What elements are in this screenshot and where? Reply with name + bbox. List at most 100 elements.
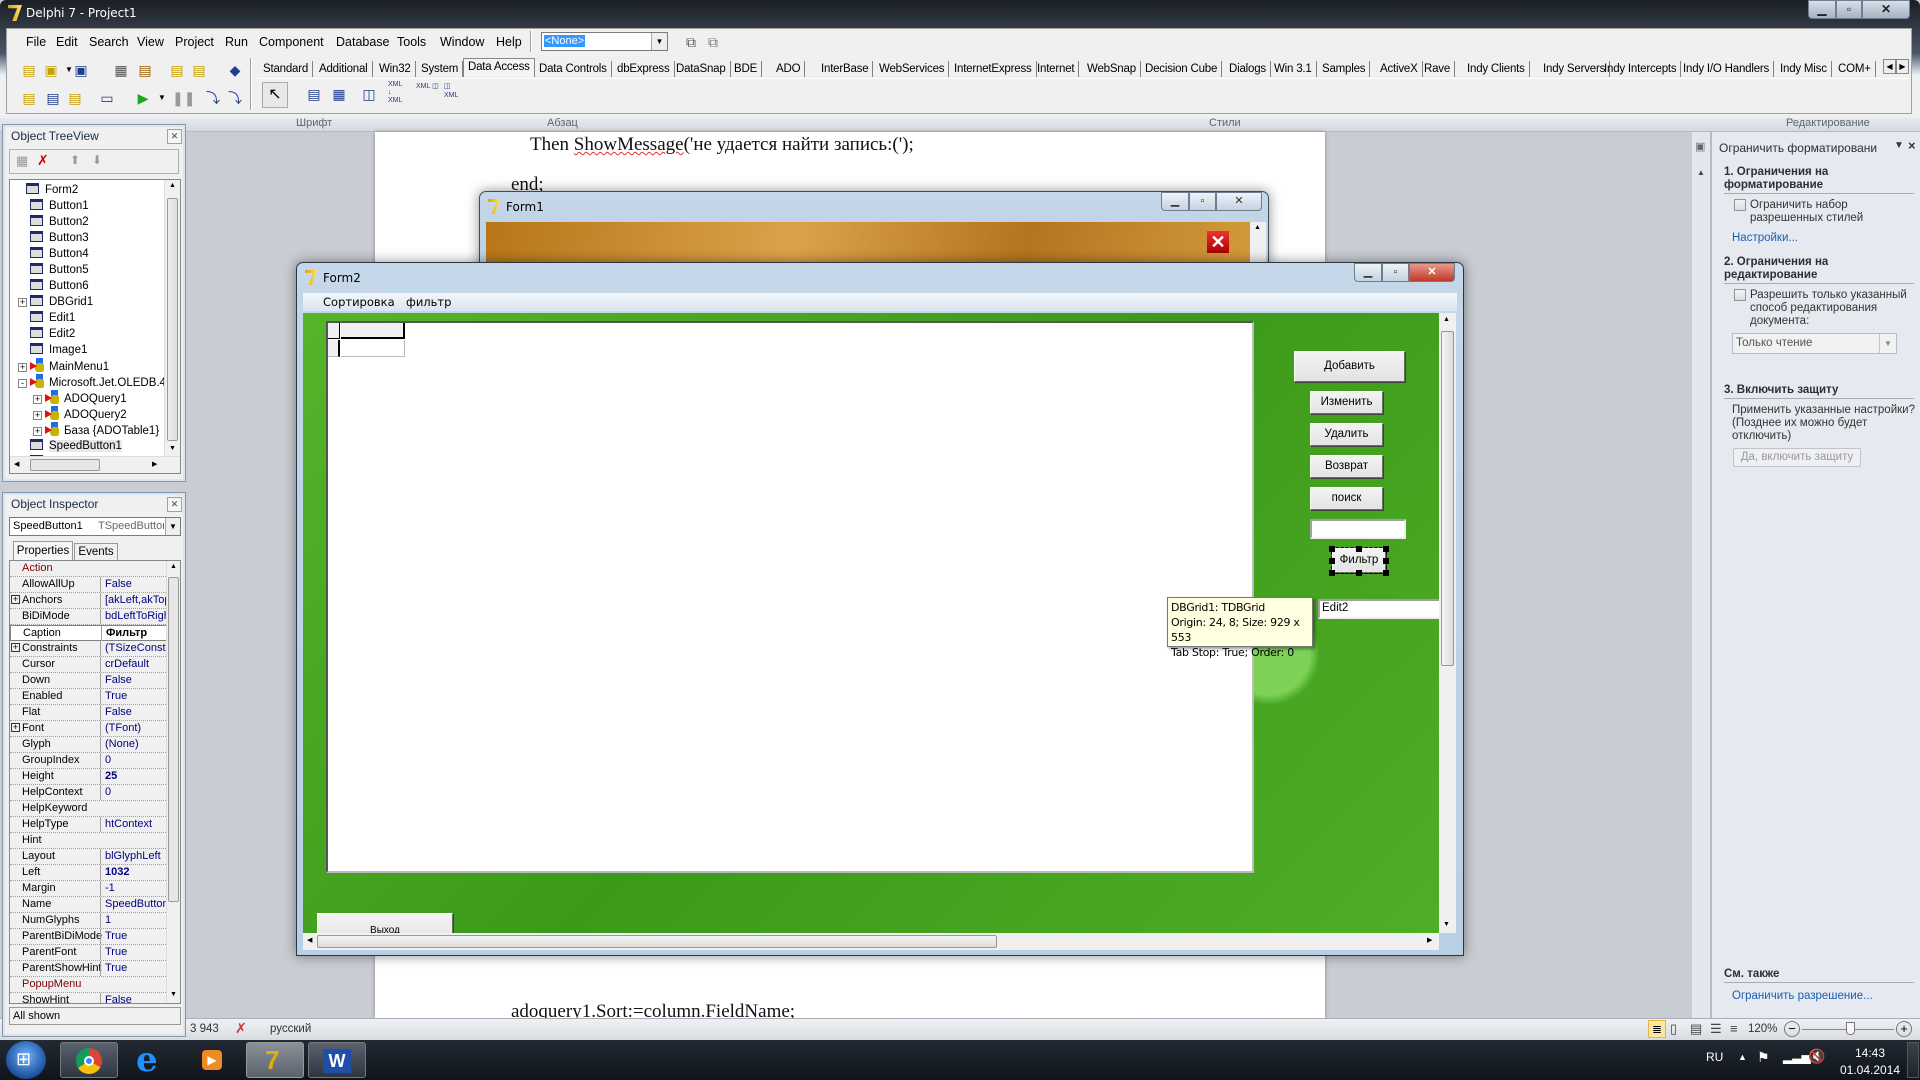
tree-item[interactable]: Image1 (14, 342, 87, 358)
taskbar-delphi[interactable]: 7 (246, 1042, 304, 1078)
draft-icon[interactable]: ≡ (1730, 1021, 1738, 1036)
property-value[interactable]: crDefault (100, 657, 176, 672)
save-all-icon[interactable]: ▦ (112, 61, 130, 79)
tree-item[interactable]: Edit2 (14, 326, 75, 342)
property-row[interactable]: + Font (TFont) (10, 721, 168, 737)
property-row[interactable]: BiDiMode bdLeftToRight (10, 609, 173, 625)
delete-button[interactable]: Удалить (1310, 423, 1383, 446)
expand-icon[interactable]: + (33, 395, 42, 404)
scroll-down-arrow-icon[interactable]: ▼ (169, 445, 176, 452)
restrict-permission-link[interactable]: Ограничить разрешение... (1732, 990, 1873, 1002)
palette-tab-win32[interactable]: Win32 (375, 61, 416, 77)
component-tree[interactable]: Form2 Button1 Button2 Button3 Button4 Button5… (9, 179, 181, 474)
palette-tab-data-controls[interactable]: Data Controls (535, 61, 612, 77)
palette-tab-decision-cube[interactable]: Decision Cube (1141, 61, 1223, 77)
expand-icon[interactable]: + (11, 595, 20, 604)
scroll-left-arrow-icon[interactable]: ◀ (307, 936, 312, 944)
palette-tab-indy-i-o-handlers[interactable]: Indy I/O Handlers (1679, 61, 1775, 77)
view-form-icon[interactable]: ▤ (44, 89, 62, 107)
property-value[interactable]: True (100, 961, 176, 976)
menu-component[interactable]: Component (259, 35, 324, 49)
menu-sort[interactable]: Сортировка (323, 295, 395, 309)
property-row[interactable]: ShowHint False (10, 993, 168, 1003)
close-button[interactable]: ✕ (1216, 192, 1262, 211)
show-hidden-icons-icon[interactable]: ▲ (1738, 1052, 1747, 1062)
clock-date[interactable]: 01.04.2014 (1840, 1063, 1900, 1077)
palette-tab-websnap[interactable]: WebSnap (1083, 61, 1141, 77)
action-center-flag-icon[interactable]: ⚑ (1757, 1049, 1770, 1066)
property-row[interactable]: GroupIndex 0 (10, 753, 168, 769)
delete-item-icon[interactable]: ✗ (37, 152, 49, 169)
property-vscroll[interactable]: ▲ ▼ (166, 561, 180, 1003)
palette-tab-data-access[interactable]: Data Access (463, 58, 535, 77)
save-icon[interactable]: ▣ (72, 61, 90, 79)
pointer-tool-icon[interactable]: ↖ (262, 82, 288, 108)
add-file-icon[interactable]: ▤ (168, 61, 186, 79)
property-value[interactable]: True (100, 689, 176, 704)
property-value[interactable]: (TFont) (100, 721, 176, 736)
toggle-form-unit-icon[interactable]: ▤ (66, 89, 84, 107)
dbgrid[interactable] (326, 321, 1254, 873)
property-row[interactable]: HelpKeyword (10, 801, 168, 817)
tree-item[interactable]: Button5 (14, 262, 89, 278)
tab-events[interactable]: Events (74, 543, 118, 560)
step-over-icon[interactable]: ⤵ (226, 89, 244, 107)
close-icon[interactable]: ✕ (167, 129, 182, 144)
property-row[interactable]: AllowAllUp False (10, 577, 168, 593)
tree-item[interactable]: Button6 (14, 278, 89, 294)
scroll-up-arrow-icon[interactable]: ▲ (169, 182, 176, 189)
settings-link[interactable]: Настройки... (1732, 232, 1798, 244)
property-value[interactable]: True (100, 929, 176, 944)
scroll-up-arrow-icon[interactable]: ▲ (1254, 224, 1261, 231)
menu-project[interactable]: Project (175, 35, 214, 49)
property-row[interactable]: Enabled True (10, 689, 168, 705)
taskbar-media-player[interactable]: ▶ (182, 1042, 240, 1078)
outline-icon[interactable]: ☰ (1710, 1021, 1722, 1037)
palette-tab-internetexpress[interactable]: InternetExpress (950, 61, 1037, 77)
menu-window[interactable]: Window (440, 35, 484, 49)
property-value[interactable]: htContext (100, 817, 176, 832)
zoom-slider-thumb[interactable] (1846, 1022, 1856, 1035)
scroll-thumb[interactable] (30, 459, 100, 471)
menu-view[interactable]: View (137, 35, 164, 49)
language-indicator[interactable]: русский (270, 1023, 311, 1035)
print-layout-icon[interactable]: ≣ (1648, 1020, 1666, 1038)
tree-item[interactable]: SpeedButton1 (14, 438, 122, 454)
scroll-left-arrow-icon[interactable]: ◀ (14, 460, 19, 468)
word-count[interactable]: 3 943 (190, 1023, 219, 1035)
maximize-button[interactable]: ▫ (1836, 0, 1862, 19)
spellcheck-icon[interactable]: ✗ (235, 1020, 247, 1037)
scroll-thumb[interactable] (1441, 331, 1454, 666)
palette-tab-webservices[interactable]: WebServices (875, 61, 950, 77)
palette-tab-standard[interactable]: Standard (259, 61, 314, 77)
property-row[interactable]: Action (10, 561, 168, 577)
expand-icon[interactable]: + (11, 723, 20, 732)
volume-muted-icon[interactable]: 🔇 (1808, 1048, 1825, 1065)
palette-tab-datasnap[interactable]: DataSnap (672, 61, 731, 77)
show-desktop-button[interactable] (1907, 1042, 1919, 1078)
tree-item[interactable]: Button4 (14, 246, 89, 262)
xmltransform-icon[interactable]: XML ↓ XML (388, 81, 402, 105)
collapse-icon[interactable]: - (18, 379, 27, 388)
menu-filter[interactable]: фильтр (406, 295, 451, 309)
selection-handle[interactable] (1329, 546, 1335, 552)
form2-hscroll[interactable]: ◀ ▶ (303, 933, 1439, 950)
scroll-down-arrow-icon[interactable]: ▼ (170, 991, 177, 998)
scroll-thumb[interactable] (167, 198, 178, 441)
property-row[interactable]: Margin -1 (10, 881, 168, 897)
search-input[interactable] (1310, 519, 1406, 539)
minimize-button[interactable]: ▁ (1808, 0, 1836, 19)
clock-time[interactable]: 14:43 (1855, 1046, 1885, 1060)
edit2-input[interactable]: Edit2 (1318, 599, 1439, 619)
palette-scroll-right-icon[interactable]: ▶ (1896, 59, 1909, 74)
close-button[interactable]: ✕ (1862, 0, 1910, 19)
form2-vscroll[interactable]: ▲ ▼ (1439, 313, 1456, 933)
expand-icon[interactable]: + (11, 643, 20, 652)
tree-item[interactable]: + ADOQuery2 (29, 406, 127, 422)
language-indicator[interactable]: RU (1706, 1050, 1723, 1064)
pane-menu-icon[interactable]: ▼ (1894, 140, 1904, 151)
property-value[interactable]: SpeedButton1 (100, 897, 176, 912)
zoom-in-icon[interactable]: + (1896, 1021, 1912, 1037)
palette-tab-ado[interactable]: ADO (772, 61, 806, 77)
network-icon[interactable]: ▂▃▅ (1783, 1050, 1811, 1064)
